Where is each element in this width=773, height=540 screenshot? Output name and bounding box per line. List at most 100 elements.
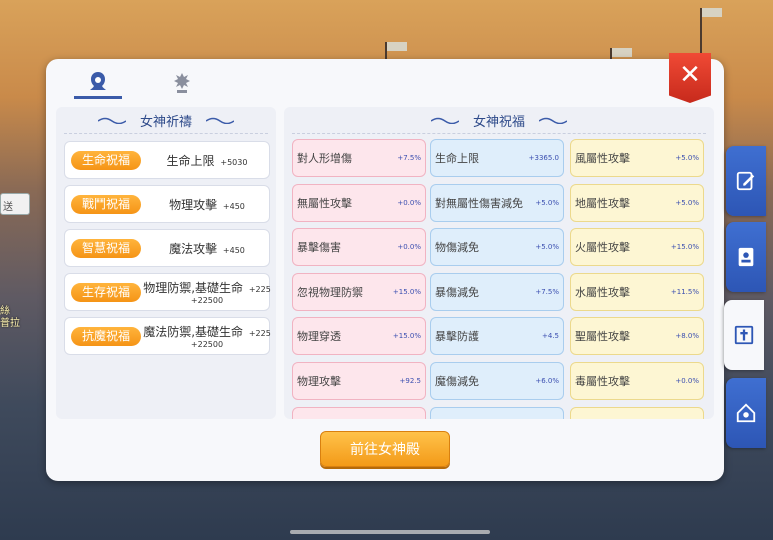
stat-value: +7.5% <box>535 288 559 296</box>
stat-card[interactable]: 對無屬性傷害減免 +5.0% <box>430 184 564 222</box>
close-button[interactable]: ✕ <box>669 53 711 103</box>
blessing-effect: 魔法攻擊 +450 <box>145 230 269 266</box>
stat-card[interactable]: 物理穿透 +15.0% <box>292 317 426 355</box>
stat-name: 對人形增傷 <box>297 151 352 165</box>
stat-name: 對無屬性傷害減免 <box>435 196 523 210</box>
blessing-stat: 物理攻擊 <box>169 197 218 212</box>
stat-value: +15.0% <box>392 288 421 296</box>
wave-ornament-icon <box>206 117 234 124</box>
stat-value: +5.0% <box>535 199 559 207</box>
blessing-item[interactable]: 智慧祝福 魔法攻擊 +450 <box>64 229 270 267</box>
blessing-effect: 物理防禦,基礎生命 +225 +22500 <box>143 274 271 310</box>
stat-card[interactable] <box>430 407 564 419</box>
home-indicator <box>290 530 490 534</box>
tab-goddess-statue[interactable] <box>158 67 206 99</box>
contacts-book-icon <box>738 247 754 267</box>
stat-card[interactable]: 對人形增傷 +7.5% <box>292 139 426 177</box>
side-tab-temple[interactable] <box>724 300 764 370</box>
divider <box>64 133 268 134</box>
blessing-item[interactable]: 戰鬥祝福 物理攻擊 +450 <box>64 185 270 223</box>
blessing-tag: 生存祝福 <box>71 283 141 302</box>
blessing-tag: 戰鬥祝福 <box>71 195 141 214</box>
side-tab-contacts[interactable] <box>726 222 766 292</box>
wave-ornament-icon <box>430 117 459 124</box>
stat-name: 忽視物理防禦 <box>297 285 363 299</box>
stat-card[interactable]: 風屬性攻擊 +5.0% <box>570 139 704 177</box>
stat-name: 無屬性攻擊 <box>297 196 352 210</box>
wave-ornament-icon <box>539 117 567 124</box>
blessing-effect: 生命上限 +5030 <box>145 142 269 178</box>
stat-value: +15.0% <box>670 243 699 251</box>
stat-value: +92.5 <box>399 377 421 385</box>
stat-value: +0.0% <box>397 199 421 207</box>
stat-value: +0.0% <box>397 243 421 251</box>
goddess-prayer-section: 女神祈禱 生命祝福 生命上限 +5030 戰鬥祝福 物理攻擊 +450 智慧祝福… <box>56 107 276 419</box>
blessing-effect: 魔法防禦,基礎生命 +225 +22500 <box>143 318 271 354</box>
blessing-value: +450 <box>222 245 245 255</box>
stat-card[interactable]: 物理攻擊 +92.5 <box>292 362 426 400</box>
go-to-temple-button[interactable]: 前往女神殿 <box>320 431 450 467</box>
stat-card[interactable]: 物傷減免 +5.0% <box>430 228 564 266</box>
goddess-blessing-section[interactable]: 女神祝福 對人形增傷 +7.5% 無屬性攻擊 +0.0% 暴擊傷害 +0.0% 忽視物… <box>284 107 714 419</box>
blessing-item[interactable]: 生命祝福 生命上限 +5030 <box>64 141 270 179</box>
stat-card[interactable]: 地屬性攻擊 +5.0% <box>570 184 704 222</box>
stat-value: +5.0% <box>675 154 699 162</box>
temple-icon <box>734 325 754 345</box>
side-tab-guild[interactable] <box>726 378 766 448</box>
blessing-item[interactable]: 抗魔祝福 魔法防禦,基礎生命 +225 +22500 <box>64 317 271 355</box>
stat-name: 地屬性攻擊 <box>575 196 630 210</box>
stat-name: 火屬性攻擊 <box>575 240 630 254</box>
stat-value: +5.0% <box>675 199 699 207</box>
wave-ornament-icon <box>97 117 126 124</box>
stat-card[interactable]: 火屬性攻擊 +15.0% <box>570 228 704 266</box>
edit-icon <box>736 171 755 191</box>
stat-card[interactable]: 水屬性攻擊 +11.5% <box>570 273 704 311</box>
stat-name: 生命上限 <box>435 151 479 165</box>
side-tab-edit[interactable] <box>726 146 766 216</box>
blessing-stat: 生命上限 <box>166 153 215 168</box>
stat-value: +8.0% <box>675 332 699 340</box>
stat-value: +7.5% <box>397 154 421 162</box>
stat-card[interactable]: 無屬性攻擊 +0.0% <box>292 184 426 222</box>
stat-card[interactable]: 聖屬性攻擊 +8.0% <box>570 317 704 355</box>
blessing-stat: 魔法防禦,基礎生命 <box>143 324 244 339</box>
goddess-blessing-panel: ✕ 女神祈禱 生命祝福 生命上限 +5030 戰鬥祝福 物理攻擊 +450 智慧… <box>46 53 724 481</box>
stat-name: 風屬性攻擊 <box>575 151 630 165</box>
background-chat-box[interactable]: 送 <box>0 193 30 215</box>
stat-value: +11.5% <box>670 288 699 296</box>
stat-card[interactable] <box>292 407 426 419</box>
stat-name: 物理攻擊 <box>297 374 341 388</box>
blessing-value: +450 <box>222 201 245 211</box>
stat-card[interactable]: 生命上限 +3365.0 <box>430 139 564 177</box>
close-icon: ✕ <box>679 60 701 90</box>
stat-value: +6.0% <box>535 377 559 385</box>
guild-house-icon <box>736 403 756 423</box>
stat-card[interactable]: 魔傷減免 +6.0% <box>430 362 564 400</box>
section-header: 女神祝福 <box>284 107 714 133</box>
stat-name: 暴擊防護 <box>435 329 479 343</box>
blessing-value: +225 <box>248 328 271 338</box>
stat-name: 水屬性攻擊 <box>575 285 630 299</box>
section-header: 女神祈禱 <box>56 107 276 133</box>
stat-name: 聖屬性攻擊 <box>575 329 630 343</box>
goddess-portrait-icon <box>90 71 106 90</box>
blessing-item[interactable]: 生存祝福 物理防禦,基礎生命 +225 +22500 <box>64 273 271 311</box>
stat-value: +3365.0 <box>528 154 559 162</box>
stat-card[interactable]: 暴傷減免 +7.5% <box>430 273 564 311</box>
blessing-stat: 魔法攻擊 <box>169 241 218 256</box>
tab-goddess-prayer[interactable] <box>74 67 122 99</box>
blessing-tag: 智慧祝福 <box>71 239 141 258</box>
blessing-value-secondary: +22500 <box>190 295 224 305</box>
stat-name: 物傷減免 <box>435 240 479 254</box>
stat-card[interactable]: 毒屬性攻擊 +0.0% <box>570 362 704 400</box>
stat-card[interactable]: 暴擊傷害 +0.0% <box>292 228 426 266</box>
blessing-stat: 物理防禦,基礎生命 <box>143 280 244 295</box>
section-title: 女神祝福 <box>472 114 525 130</box>
goddess-statue-icon <box>174 73 190 93</box>
stat-card[interactable]: 暴擊防護 +4.5 <box>430 317 564 355</box>
blessing-effect: 物理攻擊 +450 <box>145 186 269 222</box>
stat-card[interactable]: 忽視物理防禦 +15.0% <box>292 273 426 311</box>
stat-value: +15.0% <box>392 332 421 340</box>
stat-card[interactable] <box>570 407 704 419</box>
stat-value: +5.0% <box>535 243 559 251</box>
